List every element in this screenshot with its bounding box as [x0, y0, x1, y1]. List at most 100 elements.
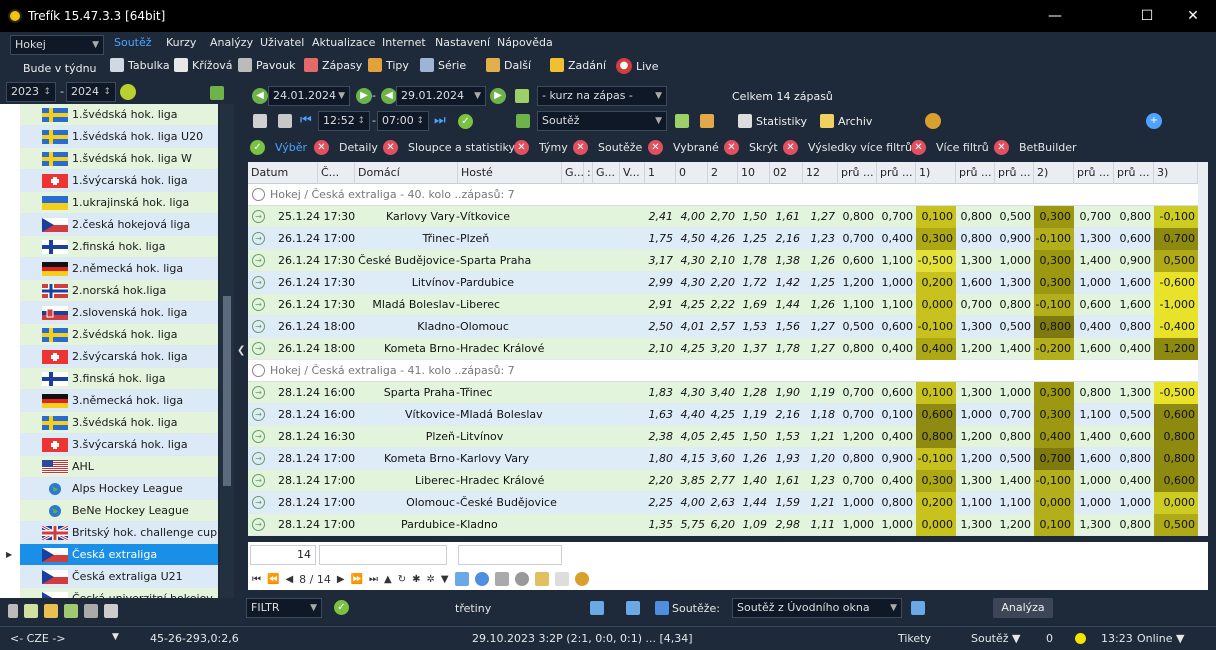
- arrow-right-icon[interactable]: [911, 601, 925, 615]
- menu-internet[interactable]: Internet: [382, 36, 426, 49]
- tab-detaily[interactable]: Detaily: [339, 141, 378, 154]
- sidebar-item[interactable]: 1.švédská hok. liga U20: [20, 126, 218, 148]
- table-row[interactable]: → 28.1.24 17:00 Olomouc - České Budějovice 2,…: [248, 492, 1198, 514]
- column-header[interactable]: prů ...: [995, 162, 1034, 184]
- help-icon[interactable]: [626, 601, 640, 615]
- tab-sloupce[interactable]: Sloupce a statistiky: [408, 141, 515, 154]
- prev-many-icon[interactable]: ⏪: [267, 574, 279, 585]
- row-arrow-icon[interactable]: →: [252, 474, 265, 487]
- prev-date-icon[interactable]: ◀: [252, 88, 268, 104]
- gear-icon[interactable]: [84, 604, 98, 618]
- insert-icon[interactable]: ▲: [384, 574, 392, 585]
- row-arrow-icon[interactable]: →: [252, 298, 265, 311]
- table-row[interactable]: → 28.1.24 17:00 Kometa Brno - Karlovy Vary 1,…: [248, 448, 1198, 470]
- menu-nastaveni[interactable]: Nastavení: [435, 36, 490, 49]
- column-header[interactable]: 12: [803, 162, 838, 184]
- sidebar-item[interactable]: 1.švédská hok. liga W: [20, 148, 218, 170]
- collapse-group-icon[interactable]: [252, 188, 265, 201]
- competition-select[interactable]: Soutěž ▼: [537, 111, 667, 131]
- filtr-apply-icon[interactable]: ✓: [334, 600, 349, 615]
- sidebar-item[interactable]: 3.švýcarská hok. liga: [20, 434, 218, 456]
- tab-sloupce-close-icon[interactable]: ✕: [383, 140, 398, 155]
- competition-icon[interactable]: [516, 114, 530, 128]
- menu-kurzy[interactable]: Kurzy: [166, 36, 196, 49]
- tab-tymy-close-icon[interactable]: ✕: [514, 140, 529, 155]
- settings-icon[interactable]: [514, 572, 529, 586]
- star-icon[interactable]: ✱: [412, 574, 420, 585]
- sidebar-item[interactable]: 1.ukrajinská hok. liga: [20, 192, 218, 214]
- column-header[interactable]: prů ...: [1114, 162, 1154, 184]
- next-page-icon[interactable]: ▶: [337, 574, 345, 585]
- filtr-select[interactable]: FILTR ▼: [246, 598, 322, 618]
- sidebar-scrollbar[interactable]: [220, 104, 234, 598]
- ball-icon[interactable]: [120, 84, 136, 100]
- menu-uzivatel[interactable]: Uživatel: [260, 36, 304, 49]
- arrow-left-icon[interactable]: [590, 601, 604, 615]
- footer-field-2[interactable]: [319, 545, 447, 565]
- sidebar-item[interactable]: 3.německá hok. liga: [20, 390, 218, 412]
- prev-date-to-icon[interactable]: ◀: [381, 88, 397, 104]
- tab-vice-filtru[interactable]: Více filtrů: [936, 141, 989, 154]
- menu-soutez[interactable]: Soutěž: [114, 36, 152, 49]
- date-to-input[interactable]: 29.01.2024 ▼: [396, 86, 486, 106]
- confirm-time-icon[interactable]: ✓: [458, 114, 473, 129]
- minimize-button[interactable]: —: [1032, 0, 1078, 32]
- filter-small-icon[interactable]: ▼: [441, 574, 449, 585]
- row-arrow-icon[interactable]: →: [252, 320, 265, 333]
- column-header[interactable]: :: [584, 162, 593, 184]
- sidebar-item[interactable]: 3.švédská hok. liga: [20, 412, 218, 434]
- tab-betbuilder[interactable]: BetBuilder: [1019, 141, 1077, 154]
- grid-icon[interactable]: [104, 604, 118, 618]
- column-header[interactable]: 2): [1034, 162, 1074, 184]
- tab-skryt-close-icon[interactable]: ✕: [724, 140, 739, 155]
- column-header[interactable]: Hosté: [458, 162, 562, 184]
- zapasy-button[interactable]: Zápasy: [304, 58, 362, 72]
- column-header[interactable]: 0: [676, 162, 708, 184]
- group-header[interactable]: Hokej / Česká extraliga - 41. kolo ..záp…: [248, 360, 1198, 382]
- column-header[interactable]: 02: [770, 162, 803, 184]
- column-header[interactable]: Domácí: [355, 162, 458, 184]
- column-header[interactable]: 1: [645, 162, 676, 184]
- row-arrow-icon[interactable]: →: [252, 210, 265, 223]
- tab-detaily-close-icon[interactable]: ✕: [314, 140, 329, 155]
- row-arrow-icon[interactable]: →: [252, 408, 265, 421]
- tabulka-button[interactable]: Tabulka: [110, 58, 170, 72]
- bar-chart-icon[interactable]: [700, 114, 714, 128]
- sidebar-item[interactable]: 2.norská hok.liga: [20, 280, 218, 302]
- row-arrow-icon[interactable]: →: [252, 496, 265, 509]
- menu-analyzy[interactable]: Analýzy: [210, 36, 253, 49]
- krizova-button[interactable]: Křížová: [174, 58, 233, 72]
- tab-souteze[interactable]: Soutěže: [598, 141, 642, 154]
- row-arrow-icon[interactable]: →: [252, 452, 265, 465]
- sidebar-item[interactable]: AHL: [20, 456, 218, 478]
- calendar-small-icon[interactable]: [253, 114, 267, 128]
- sidebar-item[interactable]: Alps Hockey League: [20, 478, 218, 500]
- table-row[interactable]: → 26.1.24 17:00 Třinec - Plzeň 1,75 4,50 4,26 1,…: [248, 228, 1198, 250]
- sidebar-item[interactable]: 2.švédská hok. liga: [20, 324, 218, 346]
- tab-vybrane[interactable]: Vybrané: [673, 141, 719, 154]
- time-from-input[interactable]: 12:52 ↕: [318, 111, 370, 131]
- money-icon[interactable]: [574, 572, 589, 586]
- column-header[interactable]: Č...: [318, 162, 355, 184]
- sidebar-item[interactable]: 2.česká hokejová liga: [20, 214, 218, 236]
- last-page-icon[interactable]: ⏭: [369, 574, 378, 585]
- coins-icon[interactable]: [925, 113, 941, 129]
- serie-button[interactable]: Série: [420, 58, 466, 72]
- table-row[interactable]: → 28.1.24 17:00 Pardubice - Kladno 1,35 5,75 6,…: [248, 514, 1198, 536]
- souteze-select[interactable]: Soutěž z Úvodního okna ▼: [732, 598, 902, 618]
- footer-field-3[interactable]: [458, 545, 562, 565]
- prev-page-icon[interactable]: ◀: [285, 574, 293, 585]
- tipy-button[interactable]: Tipy: [368, 58, 409, 72]
- checkbox-icon[interactable]: [554, 572, 569, 586]
- column-header[interactable]: prů ...: [1074, 162, 1114, 184]
- table-row[interactable]: → 26.1.24 17:30 České Budějovice - Sparta Pr…: [248, 250, 1198, 272]
- row-arrow-icon[interactable]: →: [252, 232, 265, 245]
- tab-vysledky[interactable]: Výsledky více filtrů: [808, 141, 912, 154]
- table-row[interactable]: → 26.1.24 18:00 Kladno - Olomouc 2,50 4,01 2,57…: [248, 316, 1198, 338]
- column-header[interactable]: G...: [593, 162, 620, 184]
- last-icon[interactable]: ⏭: [434, 113, 446, 128]
- column-header[interactable]: 10: [738, 162, 770, 184]
- row-arrow-icon[interactable]: →: [252, 254, 265, 267]
- tab-vyber-check-icon[interactable]: ✓: [250, 140, 265, 155]
- country-selector[interactable]: <- CZE ->: [10, 632, 66, 645]
